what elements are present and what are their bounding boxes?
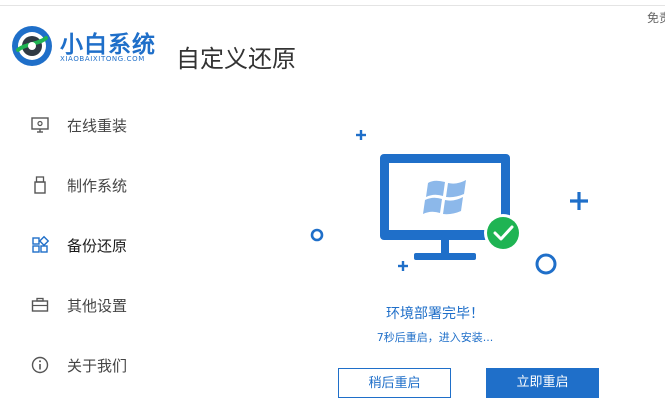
status-title: 环境部署完毕！ (386, 306, 484, 322)
logo-title: 小白系统 (60, 32, 156, 58)
sidebar-item-about-us[interactable]: 关于我们 (0, 336, 175, 392)
sidebar-item-label: 在线重装 (67, 117, 128, 135)
monitor-icon (31, 117, 49, 133)
sidebar-item-backup-restore[interactable]: 备份还原 (0, 216, 175, 272)
logo-subtitle: XIAOBAIXITONG.COM (60, 55, 145, 63)
sidebar-item-label: 关于我们 (67, 357, 128, 375)
logo-mark-icon (12, 26, 52, 66)
success-check-icon (484, 214, 522, 252)
sidebar-item-label: 制作系统 (67, 177, 128, 195)
plus-decoration-icon (398, 261, 408, 271)
sidebar-item-label: 备份还原 (67, 237, 128, 255)
plus-decoration-icon (356, 130, 366, 140)
restart-now-button[interactable]: 立即重启 (486, 368, 599, 398)
sidebar-item-other-settings[interactable]: 其他设置 (0, 276, 175, 332)
ring-decoration-icon (310, 228, 324, 242)
sidebar-item-make-system[interactable]: 制作系统 (0, 156, 175, 212)
sidebar-item-online-reinstall[interactable]: 在线重装 (0, 96, 175, 152)
backup-grid-icon (32, 235, 50, 253)
info-icon (31, 356, 49, 374)
usb-drive-icon (34, 176, 46, 194)
sidebar-item-label: 其他设置 (67, 297, 128, 315)
top-divider (0, 5, 665, 6)
windows-logo-icon (423, 180, 466, 215)
plus-decoration-icon (570, 192, 588, 210)
status-message: 7秒后重启，进入安装... (376, 331, 494, 344)
disclaimer-link[interactable]: 免责 (647, 9, 665, 26)
ring-decoration-icon (535, 253, 557, 275)
app-logo: 小白系统 XIAOBAIXITONG.COM (10, 24, 180, 72)
page-title: 自定义还原 (176, 45, 296, 73)
computer-monitor-icon (380, 154, 510, 260)
restart-later-button[interactable]: 稍后重启 (338, 368, 451, 398)
briefcase-icon (31, 297, 49, 312)
